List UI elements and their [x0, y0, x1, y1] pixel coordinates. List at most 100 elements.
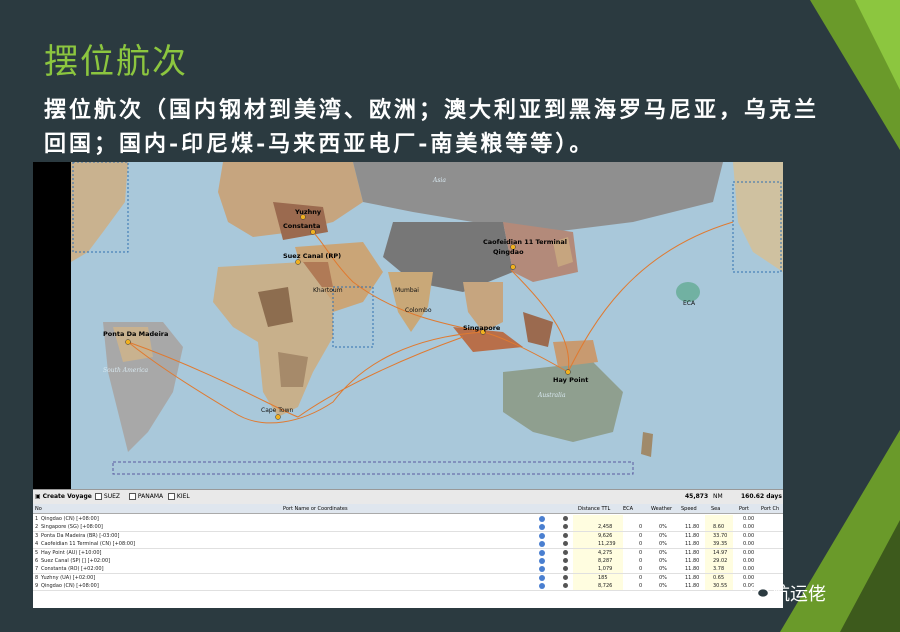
cell-port[interactable]: Constanta (RO) [+02:00]	[41, 566, 104, 572]
globe-icon[interactable]	[563, 541, 568, 547]
cell-sea: 33.70	[713, 532, 728, 539]
cell-distance: 8,287	[598, 558, 613, 564]
info-icon[interactable]	[539, 516, 545, 522]
cell-speed: 11.80	[685, 532, 700, 539]
cell-eca: 0	[639, 532, 643, 539]
cell-sea: 0.65	[713, 574, 725, 581]
header-port-ch: Port Ch	[761, 506, 780, 512]
map-label-capetown: Cape Town	[261, 407, 293, 414]
cell-port-days: 0.00	[743, 574, 755, 581]
cell-eca: 0	[639, 541, 643, 548]
cell-eca: 0	[639, 574, 643, 581]
info-icon[interactable]	[539, 532, 545, 539]
cell-port[interactable]: Qingdao (CN) [+08:00]	[41, 583, 99, 589]
cell-port[interactable]: Singapore (SG) [+08:00]	[41, 524, 103, 530]
map-label-suez: Suez Canal (RP)	[283, 252, 341, 260]
cell-port-days: 0.00	[743, 516, 755, 522]
globe-icon[interactable]	[563, 558, 568, 563]
cell-weather: 0%	[659, 566, 667, 573]
cell-weather: 0%	[659, 583, 667, 590]
cell-speed: 11.80	[685, 558, 700, 564]
map-label-ponta: Ponta Da Madeira	[103, 330, 168, 338]
cell-no: 3	[35, 532, 39, 539]
globe-icon[interactable]	[563, 583, 568, 589]
map-label-asia: Asia	[432, 177, 446, 184]
cell-weather: 0%	[659, 549, 667, 556]
cell-speed: 11.80	[685, 524, 700, 531]
map-label-qingdao: Qingdao	[493, 248, 524, 256]
kiel-checkbox[interactable]: KIEL	[168, 493, 190, 500]
wechat-icon	[750, 582, 770, 598]
cell-distance: 8,726	[598, 583, 613, 590]
cell-port[interactable]: Hay Point (AU) [+10:00]	[41, 550, 101, 556]
sea-cell-bg	[705, 515, 733, 523]
table-row[interactable]: 9 Qingdao (CN) [+08:00] 8,726 0 0% 11.80 30.55…	[33, 582, 783, 592]
map-label-colombo: Colombo	[405, 307, 432, 314]
cell-eca: 0	[639, 558, 643, 564]
info-icon[interactable]	[539, 541, 545, 548]
info-icon[interactable]	[539, 524, 545, 531]
cell-port[interactable]: Caofeidian 11 Terminal (CN) [+08:00]	[41, 541, 135, 547]
globe-icon[interactable]	[563, 516, 568, 521]
distance-cell-bg	[573, 515, 623, 523]
map-label-yuzhny: Yuzhny	[294, 208, 322, 216]
cell-sea: 14.97	[713, 549, 728, 556]
cell-no: 1	[35, 516, 39, 522]
cell-sea: 29.02	[713, 558, 728, 564]
info-icon[interactable]	[539, 566, 545, 573]
header-speed: Speed	[681, 506, 697, 512]
cell-distance: 1,079	[598, 566, 613, 573]
globe-icon[interactable]	[563, 566, 568, 572]
cell-weather: 0%	[659, 574, 667, 581]
info-icon[interactable]	[539, 549, 545, 556]
info-icon[interactable]	[539, 574, 545, 581]
cell-port[interactable]: Ponta Da Madeira (BR) [-03:00]	[41, 533, 119, 539]
cell-speed: 11.80	[685, 583, 700, 590]
cell-eca: 0	[639, 524, 643, 531]
globe-icon[interactable]	[563, 532, 568, 538]
cell-weather: 0%	[659, 541, 667, 548]
map-label-singapore: Singapore	[463, 324, 501, 332]
cell-weather: 0%	[659, 558, 667, 564]
cell-weather: 0%	[659, 532, 667, 539]
cell-eca: 0	[639, 549, 643, 556]
distance-unit: NM	[713, 493, 723, 500]
cell-distance: 185	[598, 574, 608, 581]
cell-no: 5	[35, 549, 39, 556]
map-label-south-america: South America	[103, 367, 148, 374]
cell-no: 6	[35, 558, 39, 564]
cell-speed: 11.80	[685, 574, 700, 581]
cell-distance: 2,458	[598, 524, 613, 531]
total-days: 160.62 days	[741, 493, 782, 500]
info-icon[interactable]	[539, 558, 545, 564]
map-label-constanta: Constanta	[283, 222, 320, 230]
map-label-caofeidian: Caofeidian 11 Terminal	[483, 238, 567, 246]
voyage-planner-screenshot: Yuzhny Constanta Suez Canal (RP) Caofeid…	[33, 162, 783, 608]
cell-eca: 0	[639, 566, 643, 573]
total-distance: 45,873	[685, 493, 709, 500]
cell-sea: 39.35	[713, 541, 728, 548]
cell-port[interactable]: Suez Canal (SP) [] [+02:00]	[41, 558, 110, 564]
globe-icon[interactable]	[563, 524, 568, 530]
info-icon[interactable]	[539, 583, 545, 590]
cell-distance: 4,275	[598, 549, 613, 556]
suez-checkbox[interactable]: SUEZ	[95, 493, 120, 500]
map-label-mumbai: Mumbai	[395, 287, 419, 294]
map-label-haypoint: Hay Point	[553, 376, 588, 384]
world-map[interactable]: Yuzhny Constanta Suez Canal (RP) Caofeid…	[33, 162, 783, 489]
cell-port[interactable]: Yuzhny (UA) [+02:00]	[41, 575, 95, 581]
cell-port[interactable]: Qingdao (CN) [+08:00]	[41, 516, 99, 522]
header-weather: Weather	[651, 506, 673, 512]
cell-speed: 11.80	[685, 566, 700, 573]
slide-title: 摆位航次	[44, 42, 188, 82]
header-port-days: Port	[739, 506, 749, 512]
globe-icon[interactable]	[563, 549, 568, 555]
watermark-text: 航运佬	[772, 584, 826, 605]
voyage-toolbar: ▣ Create Voyage SUEZ PANAMA KIEL 45,873 …	[33, 489, 783, 504]
globe-icon[interactable]	[563, 574, 568, 580]
cell-sea: 3.78	[713, 566, 725, 573]
cell-sea: 8.60	[713, 524, 725, 531]
header-no: No	[35, 506, 42, 512]
create-voyage-button[interactable]: ▣ Create Voyage	[35, 493, 92, 500]
panama-checkbox[interactable]: PANAMA	[129, 493, 163, 500]
